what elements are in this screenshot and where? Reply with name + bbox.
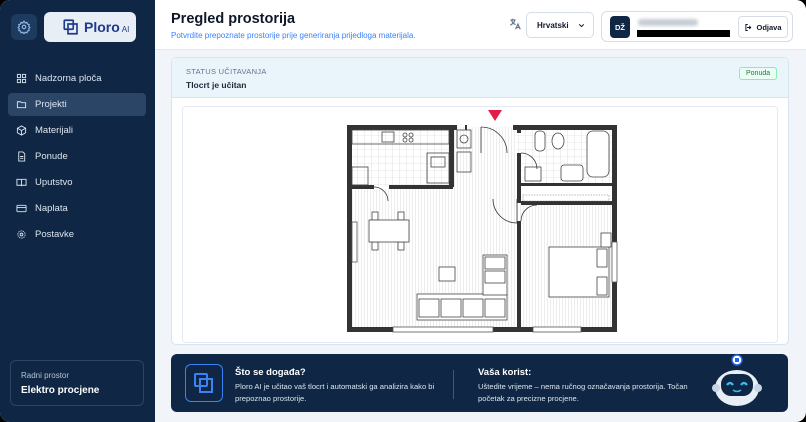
translate-icon: [510, 18, 521, 30]
top-header: Pregled prostorija Potvrdite prepoznate …: [155, 0, 806, 50]
sidebar-nav: Nadzorna ploča Projekti Materijali Ponud…: [8, 67, 146, 249]
document-icon: [16, 151, 27, 162]
brand-name: Ploro: [84, 19, 120, 35]
info-text: Ploro AI je učitao vaš tlocrt i automats…: [235, 382, 435, 403]
settings-shortcut-button[interactable]: [11, 14, 37, 40]
benefit-heading: Vaša korist:: [478, 367, 532, 378]
sidebar-item-label: Uputstvo: [35, 177, 73, 188]
brand-logo[interactable]: Ploro AI: [44, 12, 136, 42]
floorplan-viewer[interactable]: [182, 106, 778, 343]
upload-status: STATUS UČITAVANJA Tlocrt je učitan Ponud…: [172, 58, 788, 98]
language-value: Hrvatski: [537, 20, 569, 30]
user-email-redacted: [637, 30, 730, 37]
cube-icon: [16, 125, 27, 136]
logout-label: Odjava: [756, 22, 782, 32]
floorplan-image: [347, 110, 618, 333]
divider: [453, 370, 454, 399]
sidebar-item-guide[interactable]: Uputstvo: [8, 171, 146, 194]
sidebar: Ploro AI Nadzorna ploča Projekti Materij…: [0, 0, 155, 422]
logout-button[interactable]: Odjava: [738, 16, 788, 38]
gear-icon: [17, 20, 31, 34]
floorplan-card: STATUS UČITAVANJA Tlocrt je učitan Ponud…: [171, 57, 789, 345]
gear-icon: [16, 229, 27, 240]
page-subtitle: Potvrdite prepoznate prostorije prije ge…: [171, 31, 416, 40]
benefit-text: Uštedite vrijeme – nema ručnog označavan…: [478, 382, 688, 403]
logout-icon: [745, 23, 752, 31]
sidebar-item-label: Projekti: [35, 99, 67, 110]
sidebar-item-billing[interactable]: Naplata: [8, 197, 146, 220]
sidebar-item-label: Postavke: [35, 229, 75, 240]
app-window: Ploro AI Nadzorna ploča Projekti Materij…: [0, 0, 806, 422]
sidebar-item-label: Materijali: [35, 125, 74, 136]
language-select[interactable]: Hrvatski: [526, 12, 594, 38]
info-heading: Što se događa?: [235, 367, 306, 378]
chevron-down-icon: [578, 23, 585, 27]
user-name-redacted: [638, 19, 698, 26]
folder-icon: [16, 99, 27, 110]
book-icon: [16, 177, 27, 188]
credit-card-icon: [16, 203, 27, 214]
sidebar-item-dashboard[interactable]: Nadzorna ploča: [8, 67, 146, 90]
sidebar-item-label: Nadzorna ploča: [35, 73, 102, 84]
status-label: STATUS UČITAVANJA: [186, 67, 267, 76]
entrance-marker: [488, 110, 502, 121]
user-card: DŽ Odjava: [601, 11, 793, 42]
ploro-logo-icon: [63, 19, 78, 35]
avatar[interactable]: DŽ: [610, 16, 630, 38]
workspace-name: Elektro procjene: [21, 385, 100, 396]
dashboard-icon: [16, 73, 27, 84]
status-badge: Ponuda: [739, 67, 778, 80]
sidebar-item-label: Ponude: [35, 151, 68, 162]
page-title: Pregled prostorija: [171, 11, 296, 27]
workspace-label: Radni prostor: [21, 371, 70, 380]
info-panel: Što se događa? Ploro AI je učitao vaš tl…: [171, 354, 788, 412]
workspace-selector[interactable]: Radni prostor Elektro procjene: [10, 360, 144, 406]
sidebar-item-offers[interactable]: Ponude: [8, 145, 146, 168]
status-value: Tlocrt je učitan: [186, 80, 247, 90]
brand-suffix: AI: [121, 24, 130, 34]
sidebar-item-label: Naplata: [35, 203, 68, 214]
sidebar-item-materials[interactable]: Materijali: [8, 119, 146, 142]
assistant-robot-icon[interactable]: [707, 352, 767, 412]
sidebar-item-projects[interactable]: Projekti: [8, 93, 146, 116]
sidebar-item-settings[interactable]: Postavke: [8, 223, 146, 246]
ploro-logo-icon: [185, 364, 223, 402]
